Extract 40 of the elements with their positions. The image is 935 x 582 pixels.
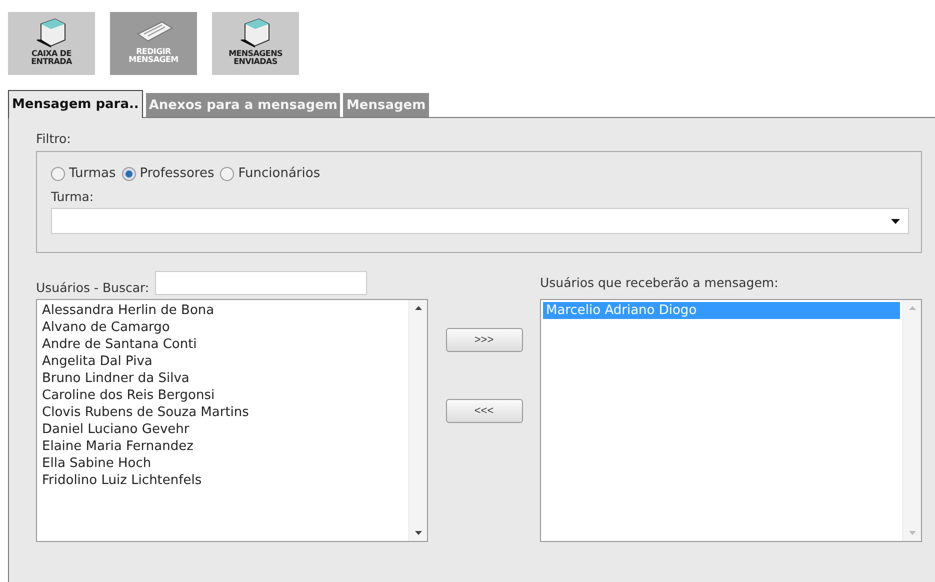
radio-option[interactable]: Funcionários bbox=[220, 166, 320, 181]
radio-icon[interactable] bbox=[51, 166, 65, 180]
scroll-down-icon bbox=[414, 531, 422, 535]
filter-label: Filtro: bbox=[36, 131, 71, 146]
list-item[interactable]: Alvano de Camargo bbox=[39, 319, 406, 336]
users-search-label: Usuários - Buscar: bbox=[36, 280, 150, 295]
radio-option[interactable]: Turmas bbox=[51, 166, 116, 181]
list-item[interactable]: Andre de Santana Conti bbox=[39, 336, 406, 353]
class-label: Turma: bbox=[51, 189, 95, 204]
recipients-label: Usuários que receberão a mensagem: bbox=[540, 274, 780, 292]
list-item[interactable]: Elaine Maria Fernandez bbox=[39, 438, 406, 455]
scrollbar[interactable] bbox=[408, 300, 427, 541]
list-item[interactable]: Ella Sabine Hoch bbox=[39, 455, 406, 472]
toolbar-button[interactable]: MENSAGENS ENVIADAS bbox=[212, 12, 299, 75]
toolbar-button[interactable]: CAIXA DE ENTRADA bbox=[8, 12, 95, 75]
scroll-up-icon bbox=[414, 306, 422, 310]
radio-label: Funcionários bbox=[238, 166, 320, 181]
list-item[interactable]: Clovis Rubens de Souza Martins bbox=[39, 404, 406, 421]
list-item[interactable]: Caroline dos Reis Bergonsi bbox=[39, 387, 406, 404]
scroll-down-icon bbox=[908, 531, 916, 535]
radio-icon[interactable] bbox=[220, 166, 234, 180]
radio-label: Professores bbox=[140, 166, 214, 181]
cabinet-icon bbox=[238, 16, 272, 48]
radio-option[interactable]: Professores bbox=[122, 166, 214, 181]
move-button[interactable]: <<< bbox=[446, 399, 522, 423]
radio-icon[interactable] bbox=[122, 166, 136, 180]
list-item[interactable]: Angelita Dal Piva bbox=[39, 353, 406, 370]
list-item[interactable]: Alessandra Herlin de Bona bbox=[39, 302, 406, 319]
class-select[interactable] bbox=[51, 208, 909, 234]
radio-label: Turmas bbox=[69, 166, 116, 181]
list-item[interactable]: Daniel Luciano Gevehr bbox=[39, 421, 406, 438]
dropdown-arrow-icon bbox=[891, 218, 900, 224]
search-field[interactable] bbox=[155, 271, 368, 295]
list-item[interactable]: Bruno Lindner da Silva bbox=[39, 370, 406, 387]
cabinet-icon bbox=[34, 16, 68, 48]
scroll-up-icon bbox=[908, 306, 916, 310]
list-item[interactable]: Fridolino Luiz Lichtenfels bbox=[39, 472, 406, 489]
tab[interactable]: Mensagem para.. bbox=[8, 90, 143, 118]
scrollbar[interactable] bbox=[902, 300, 921, 541]
move-button[interactable]: >>> bbox=[446, 328, 522, 352]
